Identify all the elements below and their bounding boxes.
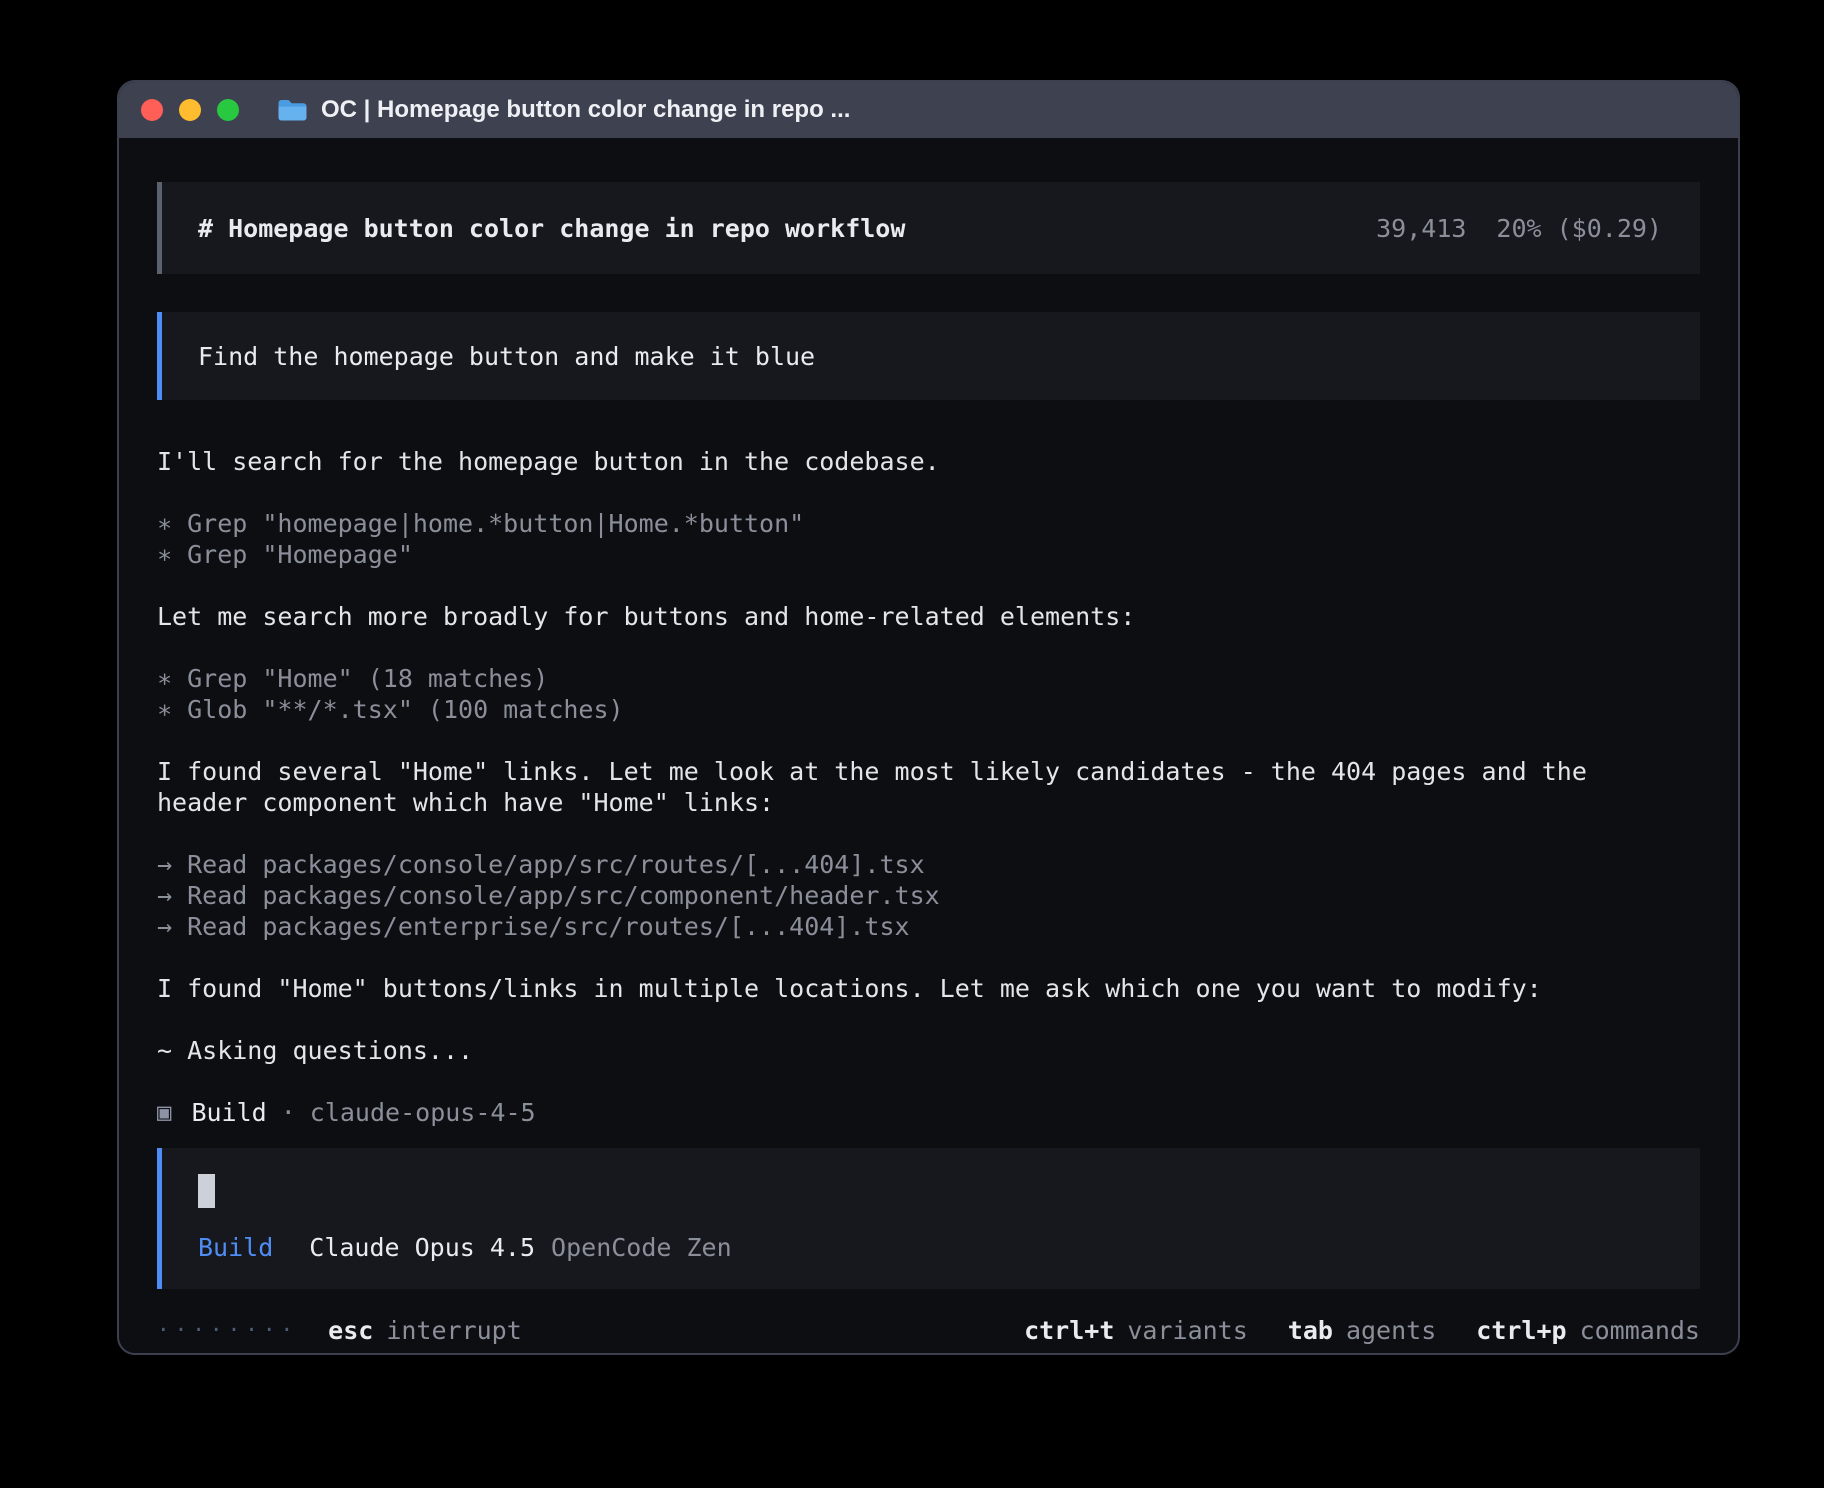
token-count: 39,413 xyxy=(1376,214,1466,243)
assistant-text: I found several "Home" links. Let me loo… xyxy=(157,756,1657,818)
agent-separator: · xyxy=(281,1097,296,1128)
tool-call-group: ∗ Grep "Home" (18 matches) ∗ Glob "**/*.… xyxy=(157,663,1700,725)
model-label: Claude Opus 4.5 xyxy=(309,1232,535,1263)
hint-key: ctrl+p xyxy=(1476,1315,1566,1346)
window-title: OC | Homepage button color change in rep… xyxy=(321,96,850,124)
user-message: Find the homepage button and make it blu… xyxy=(157,312,1700,400)
keyboard-hint: tab agents xyxy=(1288,1315,1436,1346)
user-message-text: Find the homepage button and make it blu… xyxy=(198,342,815,371)
session-title: # Homepage button color change in repo w… xyxy=(198,214,905,243)
esc-key-label: interrupt xyxy=(386,1315,521,1346)
file-read-line: → Read packages/enterprise/src/routes/[.… xyxy=(157,911,1657,942)
session-stats: 39,413 20% ($0.29) xyxy=(1376,214,1662,243)
agent-mode-label: Build xyxy=(198,1232,273,1263)
spinner-dots-icon: ········ xyxy=(157,1315,298,1346)
hint-key: tab xyxy=(1288,1315,1333,1346)
hint-label: agents xyxy=(1346,1315,1436,1346)
input-footer: Build Claude Opus 4.5 OpenCode Zen xyxy=(198,1232,1664,1263)
agent-model: claude-opus-4-5 xyxy=(310,1097,536,1128)
hint-key: ctrl+t xyxy=(1024,1315,1114,1346)
session-header: # Homepage button color change in repo w… xyxy=(157,182,1700,274)
window-titlebar: OC | Homepage button color change in rep… xyxy=(119,82,1738,138)
tool-call-line: ∗ Grep "Homepage" xyxy=(157,539,1657,570)
agent-name: Build xyxy=(191,1097,266,1128)
terminal-content: # Homepage button color change in repo w… xyxy=(119,138,1738,1355)
folder-icon xyxy=(277,98,307,122)
keyboard-hint: ctrl+t variants xyxy=(1024,1315,1248,1346)
assistant-text: I'll search for the homepage button in t… xyxy=(157,446,1657,477)
file-read-group: → Read packages/console/app/src/routes/[… xyxy=(157,849,1700,942)
tool-call-line: ∗ Glob "**/*.tsx" (100 matches) xyxy=(157,694,1657,725)
provider-label: OpenCode Zen xyxy=(551,1232,732,1263)
assistant-status: ~ Asking questions... xyxy=(157,1035,1657,1066)
tool-call-line: ∗ Grep "Home" (18 matches) xyxy=(157,663,1657,694)
esc-key-hint: esc xyxy=(328,1315,373,1346)
context-usage: 20% ($0.29) xyxy=(1496,214,1662,243)
agent-icon: ▣ xyxy=(157,1097,171,1128)
assistant-text: Let me search more broadly for buttons a… xyxy=(157,601,1657,632)
text-cursor xyxy=(198,1174,215,1208)
zoom-button[interactable] xyxy=(217,99,239,121)
status-right: ctrl+t variants tab agents ctrl+p comman… xyxy=(1024,1315,1700,1346)
tool-call-group: ∗ Grep "homepage|home.*button|Home.*butt… xyxy=(157,508,1700,570)
status-left: ········ esc interrupt xyxy=(157,1315,522,1346)
terminal-window: OC | Homepage button color change in rep… xyxy=(117,80,1740,1355)
conversation: I'll search for the homepage button in t… xyxy=(157,446,1700,1148)
traffic-lights xyxy=(141,99,239,121)
keyboard-hint: ctrl+p commands xyxy=(1476,1315,1700,1346)
hint-label: commands xyxy=(1580,1315,1700,1346)
file-read-line: → Read packages/console/app/src/routes/[… xyxy=(157,849,1657,880)
close-button[interactable] xyxy=(141,99,163,121)
assistant-text: I found "Home" buttons/links in multiple… xyxy=(157,973,1657,1004)
minimize-button[interactable] xyxy=(179,99,201,121)
prompt-input[interactable]: Build Claude Opus 4.5 OpenCode Zen xyxy=(157,1148,1700,1289)
file-read-line: → Read packages/console/app/src/componen… xyxy=(157,880,1657,911)
agent-attribution: ▣ Build · claude-opus-4-5 xyxy=(157,1097,1700,1128)
tool-call-line: ∗ Grep "homepage|home.*button|Home.*butt… xyxy=(157,508,1657,539)
hint-label: variants xyxy=(1127,1315,1247,1346)
status-bar: ········ esc interrupt ctrl+t variants t… xyxy=(157,1315,1700,1346)
